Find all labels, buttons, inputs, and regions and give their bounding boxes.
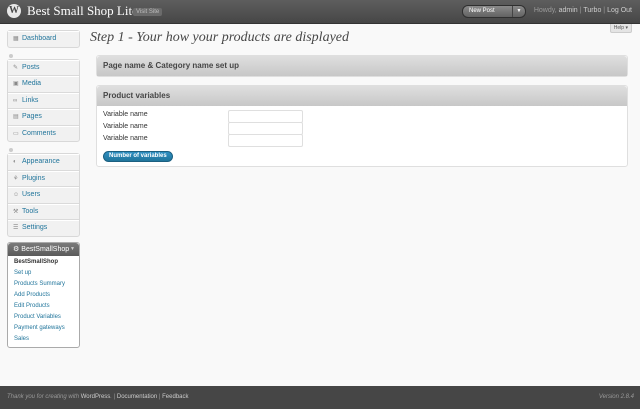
sidebar-item-label: Posts bbox=[22, 63, 40, 71]
sidebar-item-links[interactable]: ∞ Links bbox=[8, 92, 79, 109]
sidebar-item-posts[interactable]: ✎ Posts bbox=[8, 59, 79, 76]
submenu-item-bestsmallshop[interactable]: BestSmallShop bbox=[8, 257, 79, 268]
media-icon: ▣ bbox=[13, 81, 19, 87]
sidebar-item-label: Tools bbox=[22, 207, 39, 215]
box-title[interactable]: Page name & Category name set up bbox=[97, 56, 627, 76]
page-title: Step 1 - Your how your products are disp… bbox=[90, 30, 349, 45]
documentation-link[interactable]: Documentation bbox=[117, 394, 157, 400]
submenu-item-set-up[interactable]: Set up bbox=[8, 268, 79, 279]
gear-icon: ⚙ bbox=[13, 245, 20, 253]
sidebar-item-label: Appearance bbox=[22, 158, 60, 165]
users-icon: ☺ bbox=[13, 192, 20, 198]
sidebar-item-dashboard[interactable]: ▦ Dashboard bbox=[8, 31, 79, 47]
feedback-link[interactable]: Feedback bbox=[162, 394, 188, 400]
variable-name-label: Variable name bbox=[103, 111, 148, 118]
comments-icon: ▭ bbox=[13, 130, 19, 137]
sidebar-item-appearance[interactable]: ◐ Appearance bbox=[8, 154, 79, 171]
visit-site-button[interactable]: Visit Site bbox=[133, 8, 163, 16]
sidebar-item-label: Pages bbox=[22, 113, 42, 120]
submenu-item-product-variables[interactable]: Product Variables bbox=[8, 312, 79, 323]
menu-group-dashboard: ▦ Dashboard bbox=[7, 30, 80, 48]
separator: | bbox=[113, 394, 116, 400]
product-variables-box: Product variables Variable name Variable… bbox=[96, 85, 628, 167]
sidebar-item-users[interactable]: ☺ Users bbox=[8, 187, 79, 204]
sidebar-item-settings[interactable]: ☰ Settings bbox=[8, 220, 79, 236]
menu-group-bestsmallshop: ⚙ BestSmallShop ▼ BestSmallShop Set up Pr… bbox=[7, 241, 80, 348]
page-category-setup-box: Page name & Category name set up bbox=[96, 55, 628, 77]
new-post-label: New Post bbox=[469, 8, 495, 14]
settings-icon: ☰ bbox=[13, 225, 19, 231]
plugins-icon: ⚘ bbox=[13, 175, 19, 182]
user-profile-link[interactable]: admin bbox=[559, 7, 578, 14]
submenu-item-sales[interactable]: Sales bbox=[8, 334, 79, 345]
variable-name-label: Variable name bbox=[103, 123, 148, 130]
version-text: Version 2.8.4 bbox=[598, 394, 634, 400]
variable-name-input-3[interactable] bbox=[228, 134, 303, 147]
box-title[interactable]: Product variables bbox=[97, 86, 627, 106]
admin-header: W Best Small Shop Lite Visit Site New Po… bbox=[0, 0, 640, 24]
footer-credits: Thank you for creating with WordPress. |… bbox=[7, 394, 189, 400]
wordpress-link[interactable]: WordPress bbox=[81, 394, 111, 400]
sidebar-item-label: Settings bbox=[22, 224, 48, 231]
sidebar-item-label: BestSmallShop bbox=[21, 245, 70, 253]
sidebar-item-label: Users bbox=[22, 191, 41, 198]
sidebar-item-label: Plugins bbox=[22, 174, 45, 182]
admin-footer: Thank you for creating with WordPress. |… bbox=[0, 386, 640, 409]
tools-icon: ⚒ bbox=[13, 208, 19, 215]
menu-group-admin: ◐ Appearance ⚘ Plugins ☺ Users ⚒ Tools ☰ Sett… bbox=[7, 153, 80, 237]
separator: | bbox=[579, 7, 582, 14]
submenu-item-payment-gateways[interactable]: Payment gateways bbox=[8, 323, 79, 334]
howdy-text: Howdy, bbox=[533, 7, 557, 14]
separator: | bbox=[603, 7, 606, 14]
menu-separator bbox=[7, 147, 80, 153]
sidebar-item-plugins[interactable]: ⚘ Plugins bbox=[8, 170, 79, 187]
site-title: Best Small Shop Lite bbox=[27, 3, 138, 18]
turbo-link[interactable]: Turbo bbox=[583, 7, 601, 14]
sidebar-item-media[interactable]: ▣ Media bbox=[8, 76, 79, 93]
sidebar-item-label: Media bbox=[22, 80, 42, 87]
sidebar-item-bestsmallshop[interactable]: ⚙ BestSmallShop ▼ bbox=[8, 242, 79, 256]
submenu-item-add-products[interactable]: Add Products bbox=[8, 290, 79, 301]
chevron-down-icon[interactable]: ▼ bbox=[70, 243, 75, 256]
wordpress-logo-icon: W bbox=[7, 4, 21, 18]
new-post-dropdown[interactable]: New Post ▼ bbox=[462, 5, 526, 18]
submenu-item-edit-products[interactable]: Edit Products bbox=[8, 301, 79, 312]
help-tab[interactable]: Help ▾ bbox=[609, 24, 632, 33]
posts-icon: ✎ bbox=[13, 64, 19, 71]
submenu-list: BestSmallShop Set up Products Summary Ad… bbox=[8, 256, 79, 347]
number-of-variables-button[interactable]: Number of variables bbox=[103, 151, 173, 162]
logout-link[interactable]: Log Out bbox=[607, 7, 632, 14]
sidebar-item-label: Links bbox=[22, 96, 39, 104]
pages-icon: ▤ bbox=[13, 114, 19, 120]
submenu-item-products-summary[interactable]: Products Summary bbox=[8, 279, 79, 290]
sidebar-item-label: Dashboard bbox=[22, 35, 57, 42]
dashboard-icon: ▦ bbox=[13, 36, 19, 42]
sidebar-item-tools[interactable]: ⚒ Tools bbox=[8, 203, 79, 220]
thanks-text: Thank you for creating with bbox=[7, 394, 80, 400]
links-icon: ∞ bbox=[13, 97, 18, 104]
appearance-icon: ◐ bbox=[13, 159, 17, 165]
menu-separator bbox=[7, 53, 80, 59]
sidebar-item-comments[interactable]: ▭ Comments bbox=[8, 125, 79, 142]
separator: | bbox=[158, 394, 161, 400]
user-links: Howdy, admin | Turbo | Log Out bbox=[534, 7, 632, 14]
admin-sidebar: ▦ Dashboard ✎ Posts ▣ Media ∞ Links ▤ Pages ▭… bbox=[7, 30, 80, 348]
sidebar-item-label: Comments bbox=[22, 129, 56, 137]
menu-group-content: ✎ Posts ▣ Media ∞ Links ▤ Pages ▭ Comments bbox=[7, 58, 80, 142]
chevron-down-icon[interactable]: ▼ bbox=[512, 6, 525, 17]
help-label: Help bbox=[613, 25, 625, 31]
sidebar-item-pages[interactable]: ▤ Pages bbox=[8, 109, 79, 126]
variable-name-label: Variable name bbox=[103, 135, 148, 142]
